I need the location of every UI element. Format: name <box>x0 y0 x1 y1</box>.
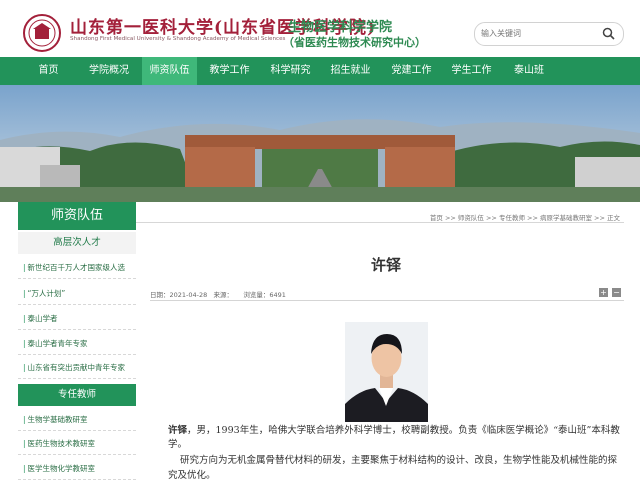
sidebar-item[interactable]: 医药生物技术教研室 <box>18 434 136 455</box>
article-source: 来源： <box>213 291 233 299</box>
sidebar-item[interactable]: “万人计划” <box>18 284 136 305</box>
nav-home[interactable]: 首页 <box>20 57 77 85</box>
teacher-name: 许铎 <box>168 425 188 436</box>
campus-gate-image <box>0 85 640 202</box>
teacher-bio: 许铎，男，1993年生，哈佛大学联合培养外科学博士，校聘副教授。负责《临床医学概… <box>168 424 620 452</box>
sidebar-item[interactable]: 泰山学者青年专家 <box>18 334 136 355</box>
article-title: 许铎 <box>370 256 401 274</box>
article-meta: 日期：2021-04-28 来源： 浏览量：6491 <box>150 289 286 299</box>
sidebar-group-full-time-teachers[interactable]: 专任教师 <box>18 384 136 406</box>
sidebar-title: 师资队伍 <box>18 202 136 230</box>
teacher-portrait <box>345 322 428 422</box>
teacher-bio-text: ，男，1993年生，哈佛大学联合培养外科学博士，校聘副教授。负责《临床医学概论》… <box>168 425 620 450</box>
sidebar-item[interactable]: 山东省有突出贡献中青年专家 <box>18 358 136 379</box>
breadcrumb[interactable]: 首页 >> 师资队伍 >> 专任教师 >> 病原学基础教研室 >> 正文 <box>430 212 620 222</box>
font-decrease-button[interactable]: − <box>612 288 621 297</box>
meta-divider <box>150 300 624 301</box>
search-icon[interactable] <box>602 27 615 40</box>
nav-students[interactable]: 学生工作 <box>443 57 500 85</box>
nav-party[interactable]: 党建工作 <box>383 57 440 85</box>
sidebar-item[interactable]: 生物学基础教研室 <box>18 410 136 431</box>
college-name: 生物医学科学学院 <box>288 20 393 35</box>
campus-banner <box>0 85 640 202</box>
main-nav: 首页 学院概况 师资队伍 教学工作 科学研究 招生就业 党建工作 学生工作 泰山… <box>0 57 640 85</box>
nav-about[interactable]: 学院概况 <box>79 57 139 85</box>
search-box <box>474 22 624 46</box>
search-input[interactable] <box>481 26 591 41</box>
site-header: 山东第一医科大学(山东省医学科学院) Shandong First Medica… <box>0 0 640 57</box>
article-views: 浏览量：6491 <box>243 291 286 299</box>
breadcrumb-bar: 首页 >> 师资队伍 >> 专任教师 >> 病原学基础教研室 >> 正文 <box>136 202 624 223</box>
research-direction: 研究方向为无机金属骨替代材料的研发，主要聚焦于材料结构的设计、改良，生物学性能及… <box>168 455 618 481</box>
nav-faculty[interactable]: 师资队伍 <box>142 57 197 85</box>
sidebar-group-high-level-talent[interactable]: 高层次人才 <box>18 232 136 254</box>
sidebar-item[interactable]: 泰山学者 <box>18 309 136 330</box>
sidebar-item[interactable]: 医学生物化学教研室 <box>18 459 136 480</box>
font-increase-button[interactable]: + <box>599 288 608 297</box>
school-name-english: Shandong First Medical University & Shan… <box>70 36 286 42</box>
sidebar-item[interactable]: 新世纪百千万人才国家级人选 <box>18 258 136 279</box>
college-subtitle: （省医药生物技术研究中心） <box>283 36 426 49</box>
nav-research[interactable]: 科学研究 <box>262 57 319 85</box>
nav-admissions[interactable]: 招生就业 <box>322 57 379 85</box>
nav-taishan-class[interactable]: 泰山班 <box>504 57 554 85</box>
university-logo[interactable] <box>20 13 64 53</box>
nav-teaching[interactable]: 教学工作 <box>201 57 258 85</box>
article-date: 日期：2021-04-28 <box>150 291 208 299</box>
